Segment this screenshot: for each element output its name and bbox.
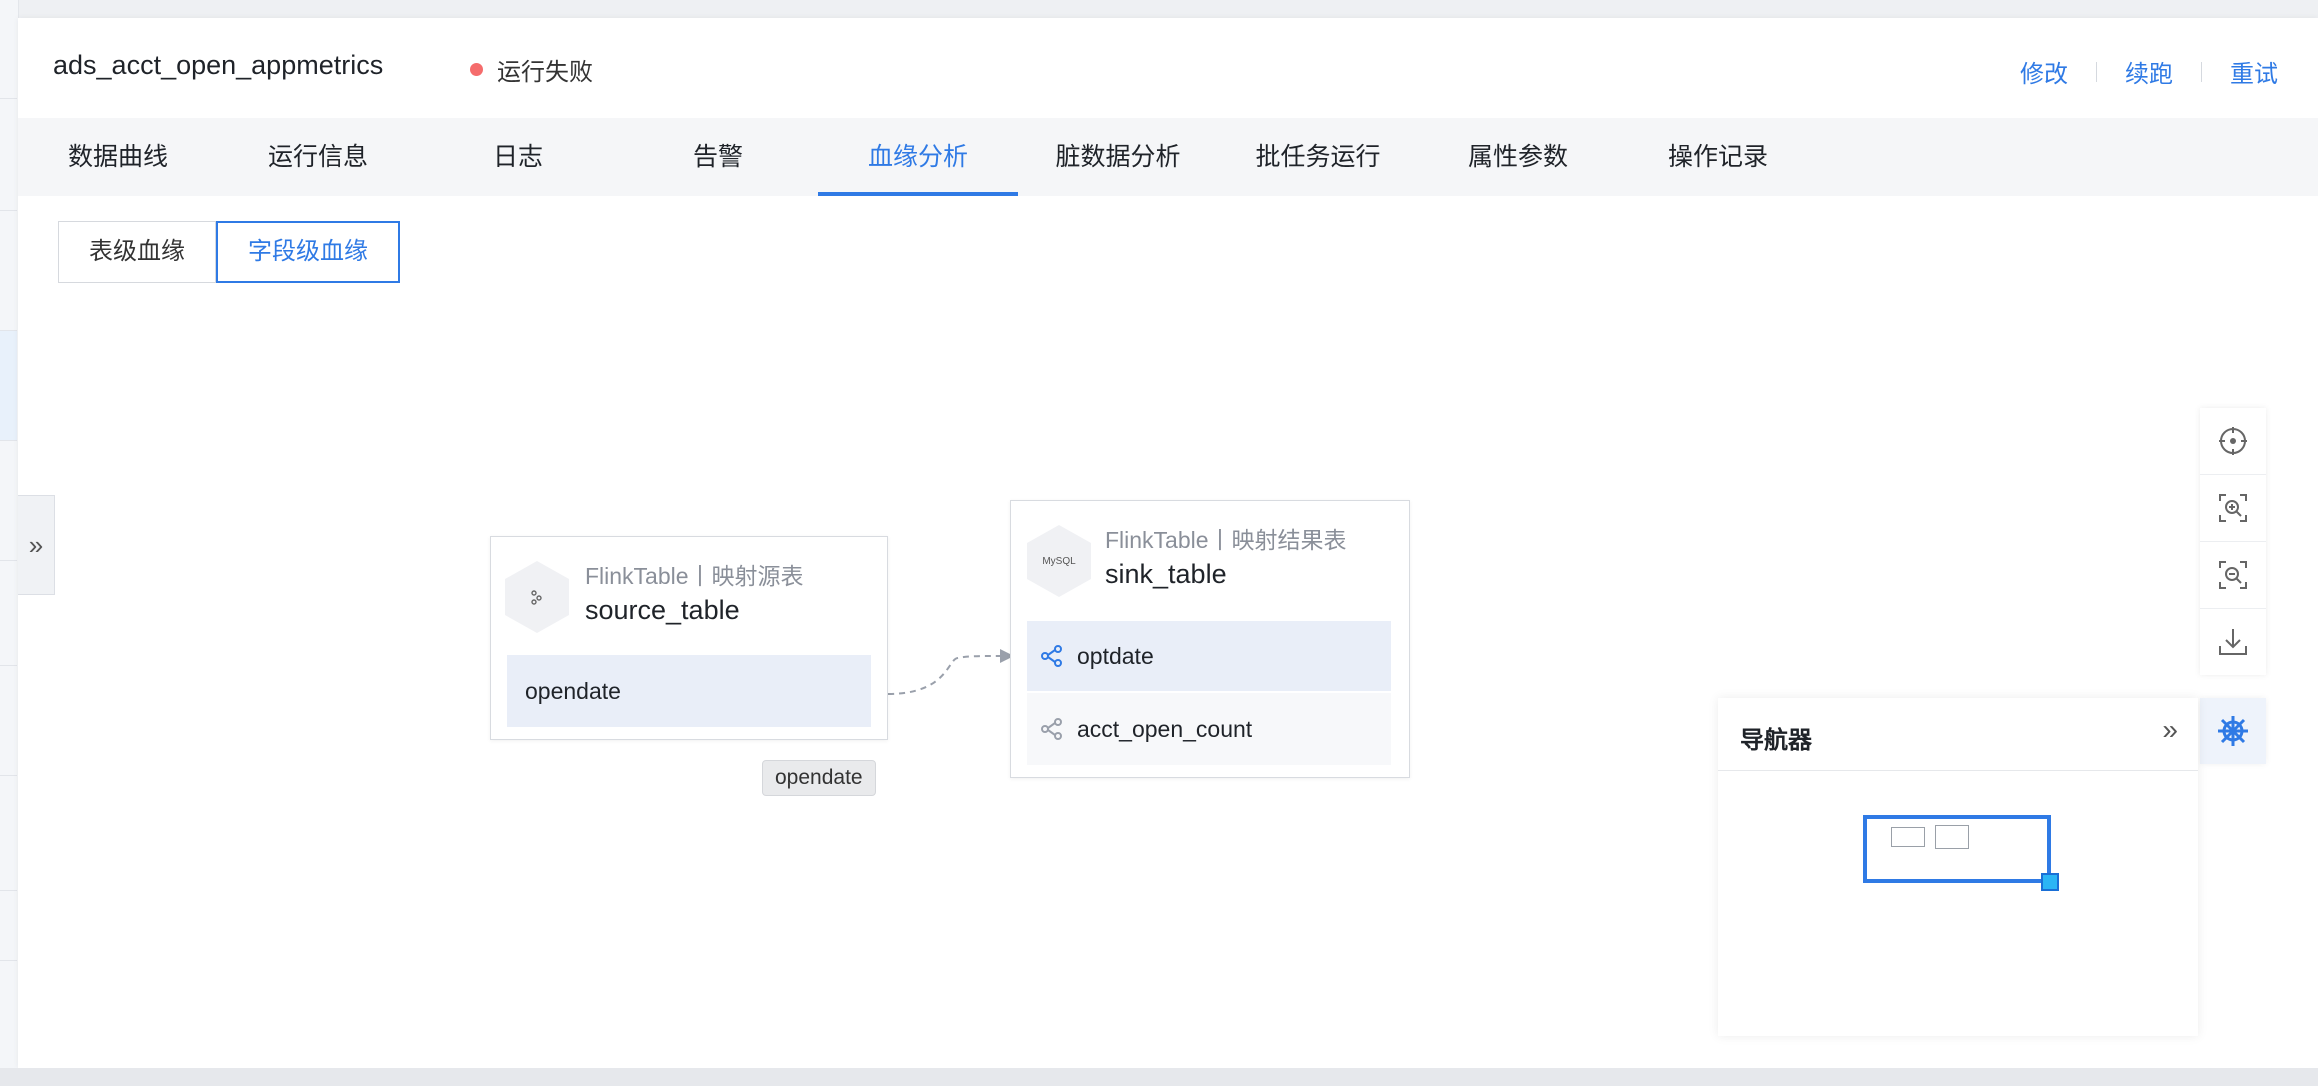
sink-table-node[interactable]: MySQL FlinkTable丨映射结果表 sink_table optdat…	[1010, 500, 1410, 778]
left-strip-divider	[0, 665, 17, 666]
helm-icon	[2218, 716, 2248, 746]
download-button[interactable]	[2200, 609, 2266, 675]
source-table-name: source_table	[585, 595, 740, 625]
navigator-viewport[interactable]	[1863, 815, 2059, 891]
flink-icon	[505, 561, 569, 633]
sink-field-row[interactable]: acct_open_count	[1027, 693, 1391, 765]
left-sidebar-strip	[0, 0, 19, 1086]
locate-icon	[2219, 427, 2247, 455]
left-strip-highlight	[0, 330, 17, 440]
source-table-node[interactable]: FlinkTable丨映射源表 source_table opendate	[490, 536, 888, 740]
task-detail-panel: ads_acct_open_appmetrics 运行失败 修改 续跑 重试 数…	[18, 18, 2318, 1068]
field-name: acct_open_count	[1077, 715, 1253, 742]
graph-toolbar	[2200, 408, 2266, 675]
zoom-out-icon	[2219, 561, 2247, 589]
mini-source-node	[1891, 827, 1925, 847]
lineage-edge	[887, 655, 1001, 695]
source-table-type: FlinkTable丨映射源表	[585, 563, 804, 589]
zoom-in-button[interactable]	[2200, 475, 2266, 542]
bottom-scroll-area	[0, 1068, 2318, 1086]
navigator-toggle-button[interactable]	[2200, 698, 2266, 764]
navigator-panel: 导航器 »	[1718, 698, 2198, 1036]
sink-table-type: FlinkTable丨映射结果表	[1105, 527, 1347, 553]
left-strip-divider	[0, 98, 17, 99]
download-icon	[2219, 629, 2247, 655]
locate-button[interactable]	[2200, 408, 2266, 475]
left-strip-divider	[0, 210, 17, 211]
left-strip-divider	[0, 960, 17, 961]
zoom-in-icon	[2219, 494, 2247, 522]
collapse-navigator-icon[interactable]: »	[2162, 714, 2178, 746]
edge-label: opendate	[762, 760, 876, 796]
lineage-node-icon	[1027, 716, 1077, 742]
mysql-logo-text: MySQL	[1042, 555, 1076, 567]
viewport-resize-handle[interactable]	[2041, 873, 2059, 891]
zoom-out-button[interactable]	[2200, 542, 2266, 609]
left-strip-divider	[0, 330, 17, 331]
mysql-icon: MySQL	[1027, 525, 1091, 597]
sink-field-row[interactable]: optdate	[1027, 621, 1391, 691]
field-name: opendate	[525, 677, 621, 704]
left-strip-divider	[0, 890, 17, 891]
navigator-header: 导航器 »	[1718, 698, 2198, 771]
left-strip-divider	[0, 775, 17, 776]
mini-sink-node	[1935, 825, 1969, 849]
lineage-node-icon	[1027, 643, 1077, 669]
left-strip-divider	[0, 440, 17, 441]
source-field-row[interactable]: opendate	[507, 655, 871, 727]
left-strip-divider	[0, 560, 17, 561]
field-name: optdate	[1077, 642, 1154, 669]
navigator-title: 导航器	[1740, 727, 1812, 754]
sink-table-name: sink_table	[1105, 559, 1227, 589]
